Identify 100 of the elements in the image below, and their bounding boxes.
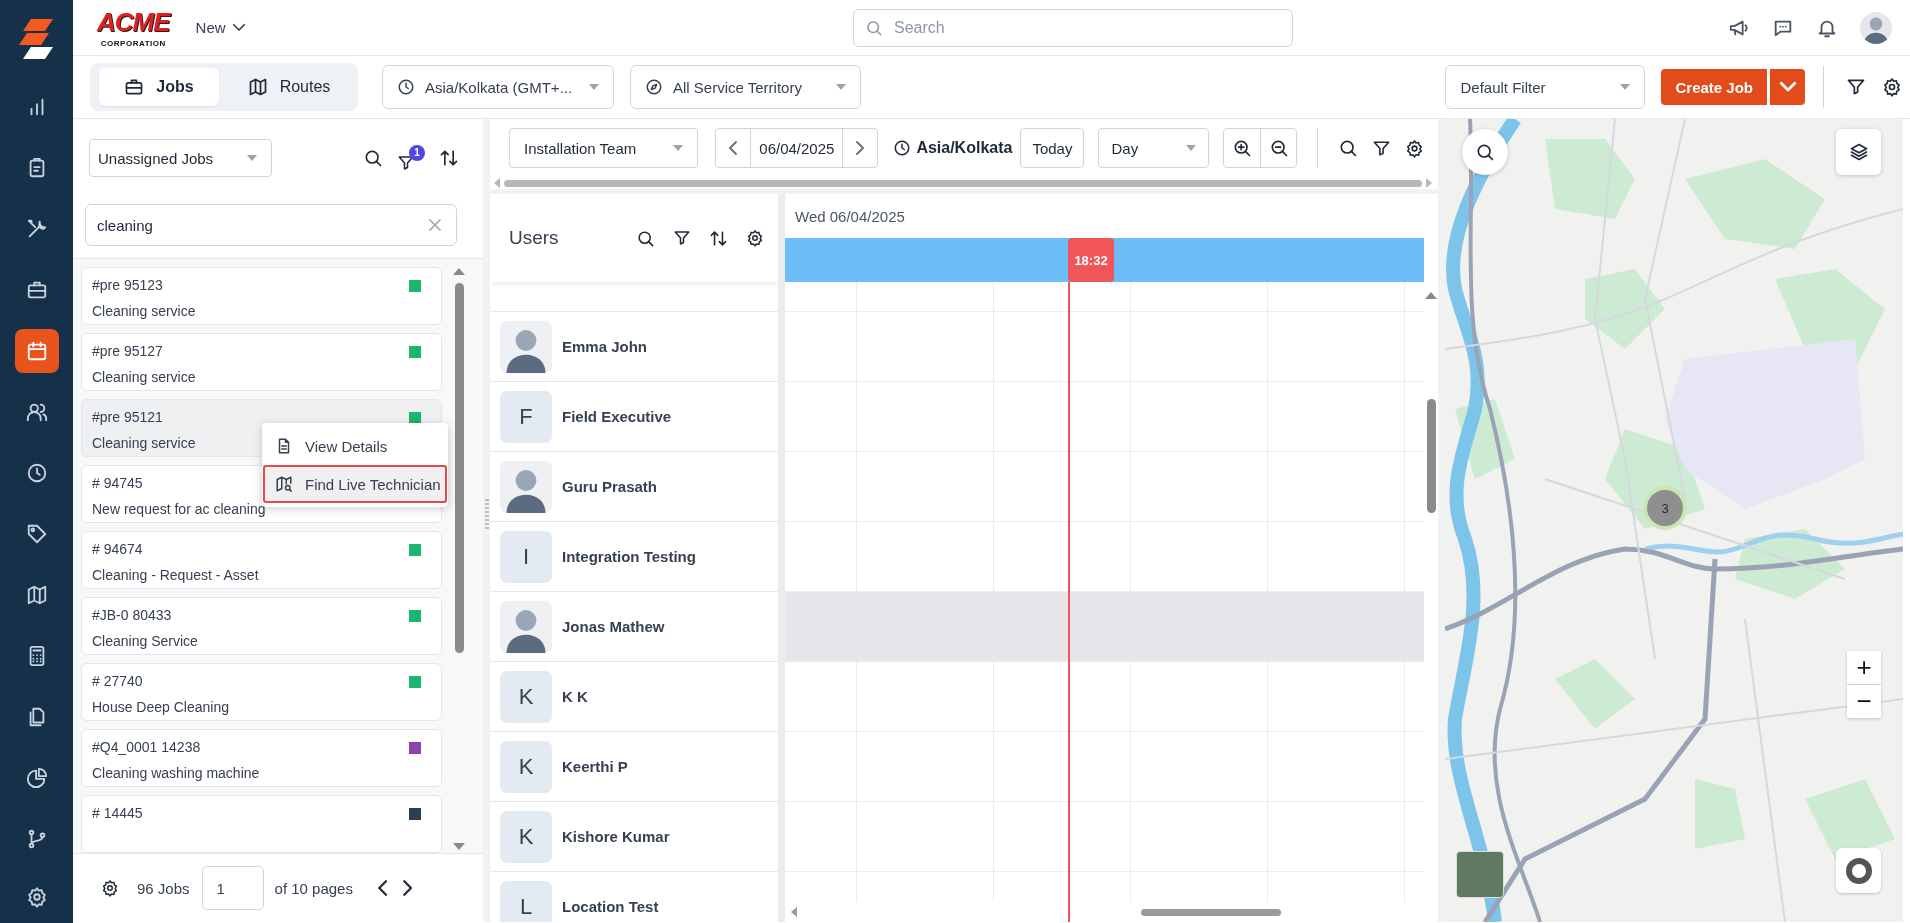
sort-icon [709,228,728,248]
job-title: House Deep Cleaning [92,699,229,715]
filter-icon [673,229,691,247]
user-avatar [500,600,552,653]
user-name: Location Test [562,898,659,915]
territory-dropdown[interactable]: All Service Territory [630,65,861,109]
job-title: Cleaning service [92,369,196,385]
settings-button[interactable] [746,228,764,248]
chevron-down-icon [1778,81,1797,93]
settings-icon[interactable] [101,879,119,897]
calendar-nav-button[interactable] [14,329,59,373]
job-title: Cleaning - Request - Asset [92,567,259,583]
job-card[interactable]: #pre 95127 Cleaning service [81,333,442,391]
zoom-out-button[interactable]: − [1847,685,1881,718]
compass-icon [645,78,663,96]
clock-icon [397,78,415,96]
search-icon [636,228,655,248]
users-icon [25,401,48,423]
user-name: Field Executive [562,408,672,425]
filter-icon [1846,77,1866,97]
settings-icon [25,886,48,908]
user-name: Emma John [562,338,648,355]
tag-icon [25,523,48,545]
job-card[interactable]: #pre 95123 Cleaning service [81,267,442,325]
current-time-marker: 18:32 [1068,238,1114,282]
create-options-button[interactable] [1770,69,1805,105]
job-number: #JB-0 80433 [92,607,172,623]
user-name: Jonas Mathew [562,618,665,635]
assistant-button[interactable] [1836,848,1881,893]
satellite-view-thumbnail[interactable] [1456,851,1504,898]
zoom-in-icon [1232,138,1252,158]
caret-icon [1186,145,1196,151]
job-title: Cleaning washing machine [92,765,260,781]
day-header: Wed 06/04/2025 [794,206,906,227]
zoom-in-button[interactable]: + [1847,651,1881,684]
user-avatar[interactable] [1860,11,1892,44]
job-card[interactable]: #JB-0 80433 Cleaning Service [81,597,442,655]
previous-page-button[interactable] [376,879,389,897]
search-button[interactable] [636,228,655,248]
user-name: Kishore Kumar [562,828,670,845]
view-tab[interactable]: Routes [229,68,349,106]
caret-icon [836,84,846,90]
create-job-button[interactable]: Create Job [1661,69,1767,105]
team-dropdown[interactable]: Installation Team [509,128,699,168]
caret-icon [1620,84,1631,90]
job-card[interactable]: #Q4_0001 14238 Cleaning washing machine [81,729,442,787]
filter-button[interactable] [673,228,691,248]
settings-button[interactable] [1882,77,1902,97]
filter-button[interactable]: 1 [397,144,425,172]
map-icon [25,584,48,606]
chevron-left-icon [376,879,389,897]
user-name: Keerthi P [562,758,628,775]
job-title: New request for ac cleaning [92,501,266,517]
chevron-down-icon [231,23,246,32]
job-title: Cleaning Service [92,633,198,649]
next-page-button[interactable] [402,879,414,897]
view-tab[interactable]: Jobs [99,68,219,106]
clock-icon [25,462,48,484]
job-number: # 27740 [92,673,143,689]
job-view-dropdown[interactable]: Unassigned Jobs [89,139,272,177]
page-input[interactable]: 1 [201,866,264,910]
resize-handle[interactable] [485,499,489,529]
job-number: # 94745 [92,475,143,491]
settings-icon [746,229,764,247]
map-search-icon [275,475,293,493]
calendar-icon [25,340,48,362]
job-card[interactable]: # 94674 Cleaning - Request - Asset [81,531,442,589]
job-card[interactable]: # 27740 House Deep Cleaning [81,663,442,721]
user-avatar [500,460,552,513]
today-button[interactable]: Today [1020,128,1085,168]
briefcase-icon [124,77,145,97]
company-logo-text: ACME [97,7,170,38]
settings-button[interactable] [1405,138,1424,158]
filter-button[interactable] [1372,138,1391,158]
search-button[interactable] [363,148,383,168]
timezone-label: Asia/Kolkata [916,139,1013,157]
sort-icon [439,148,459,168]
user-avatar [500,320,552,373]
caret-icon [247,155,257,161]
filter-dropdown[interactable]: Default Filter [1445,65,1646,109]
map-layers-button[interactable] [1836,129,1881,175]
search-icon [1338,138,1358,158]
job-title: Cleaning service [92,303,196,319]
user-initial-avatar: K [500,810,552,863]
users-heading: Users [509,227,559,249]
search-icon [865,18,883,37]
search-button[interactable] [1338,138,1358,158]
view-dropdown[interactable]: Day [1098,128,1209,168]
search-field[interactable]: Search [853,8,1293,47]
chevron-right-icon [402,879,414,897]
caret-icon [673,145,684,151]
timezone-dropdown[interactable]: Asia/Kolkata (GMT+... [382,65,614,109]
job-card[interactable]: # 14445 [81,795,442,853]
sort-button[interactable] [439,148,459,168]
company-logo-subtext: CORPORATION [100,39,166,48]
filter-button[interactable] [1846,77,1866,97]
new-menu-button[interactable]: New [191,15,250,40]
sort-button[interactable] [709,228,728,248]
context-menu-item[interactable]: Find Live Technician [263,465,447,503]
job-search-field[interactable]: cleaning [85,204,457,246]
